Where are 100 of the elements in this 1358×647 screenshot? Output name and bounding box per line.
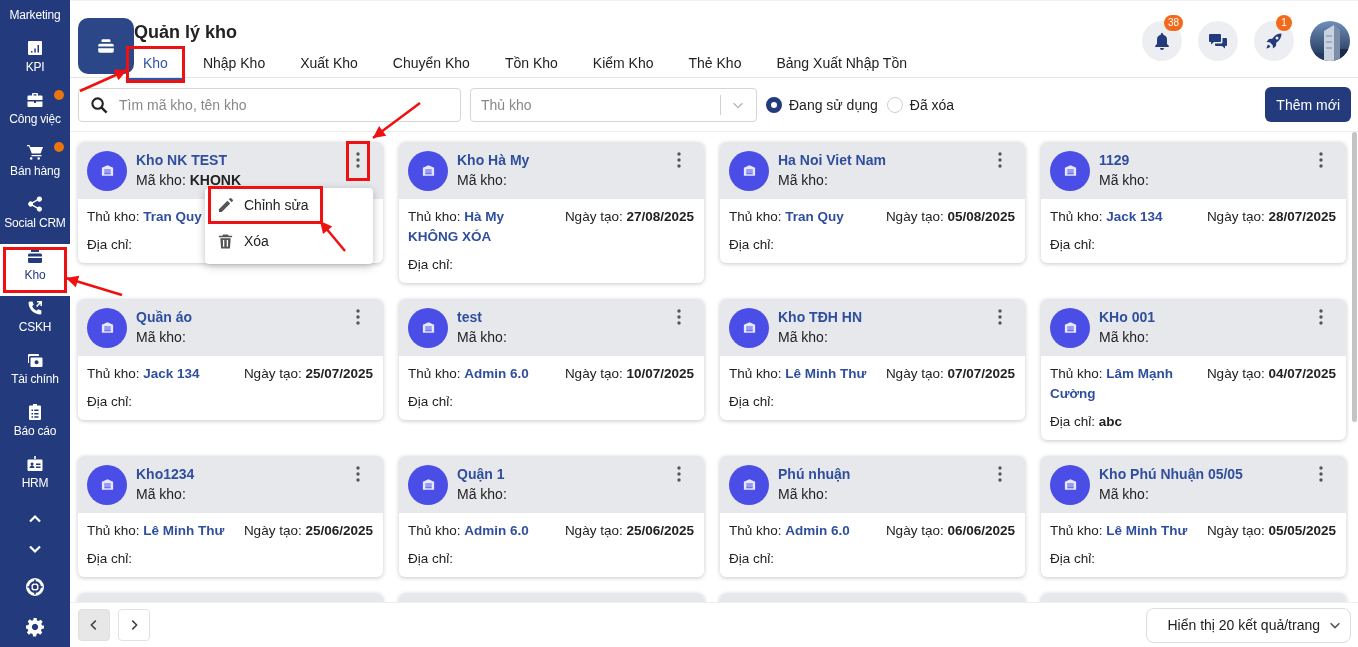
tab[interactable]: Kho	[128, 48, 183, 81]
keeper-text: Thủ kho: Admin 6.0	[729, 522, 850, 540]
address-text: Địa chỉ:	[729, 236, 774, 254]
keeper-text: Thủ kho: Tran Quy	[729, 208, 844, 226]
keeper-text: Thủ kho: Jack 134	[87, 365, 200, 383]
created-date: Ngày tạo: 05/08/2025	[885, 208, 1015, 226]
sidebar-item[interactable]: Báo cáo	[0, 400, 70, 452]
warehouse-name[interactable]: Kho NK TEST	[136, 150, 338, 170]
address-text: Địa chỉ:	[408, 256, 453, 274]
tab[interactable]: Chuyển Kho	[377, 48, 485, 81]
tab[interactable]: Xuất Kho	[285, 48, 373, 81]
notification-count: 1	[1276, 15, 1292, 31]
wallet-icon	[26, 351, 44, 369]
created-date: Ngày tạo: 06/06/2025	[885, 522, 1015, 540]
page-size-select[interactable]: Hiển thị 20 kết quả/trang	[1146, 607, 1351, 643]
address-text: Địa chỉ:	[87, 236, 132, 254]
warehouse-code: Mã kho:	[778, 485, 829, 504]
warehouse-name[interactable]: 1129	[1099, 150, 1301, 170]
created-date: Ngày tạo: 25/06/2025	[564, 522, 694, 540]
keeper-text: Thủ kho: Lê Minh Thư	[729, 365, 867, 383]
tab[interactable]: Tồn Kho	[489, 48, 573, 81]
previous-page-button[interactable]	[78, 609, 110, 641]
address-text: Địa chỉ:	[87, 550, 132, 568]
phone-icon	[26, 299, 44, 317]
warehouse-name[interactable]: KHo 001	[1099, 307, 1301, 327]
radio-button[interactable]	[766, 96, 782, 113]
sidebar-item[interactable]: Kho	[0, 244, 70, 296]
briefcase-icon	[26, 91, 44, 109]
sidebar-item[interactable]: Social CRM	[0, 192, 70, 244]
annotation-arrow	[79, 68, 128, 93]
radio-label: Đã xóa	[909, 96, 955, 113]
warehouse-code: Mã kho:	[457, 171, 508, 190]
warehouse-code: Mã kho:	[1099, 328, 1150, 347]
warehouse-name[interactable]: test	[457, 307, 659, 327]
keeper-text: Thủ kho: Lâm Mạnh Cường	[1050, 365, 1175, 403]
sidebar-item[interactable]: Tài chính	[0, 348, 70, 400]
warehouse-avatar-icon	[408, 464, 448, 505]
warehouse-icon	[26, 247, 44, 265]
sidebar-item[interactable]: CSKH	[0, 296, 70, 348]
share-icon	[26, 195, 44, 213]
warehouse-code: Mã kho:	[457, 485, 508, 504]
clipboard-icon	[26, 403, 44, 421]
menu-item[interactable]: Xóa	[210, 224, 281, 258]
tab[interactable]: Kiểm Kho	[577, 48, 669, 81]
warehouse-avatar-icon	[1050, 307, 1090, 348]
keeper-text: Thủ kho: Lê Minh Thư	[1050, 522, 1188, 540]
warehouse-name[interactable]: Ha Noi Viet Nam	[778, 150, 980, 170]
keeper-text: Thủ kho: Jack 134	[1050, 208, 1163, 226]
warehouse-code: Mã kho: KHONK	[136, 171, 243, 190]
created-date: Ngày tạo: 25/06/2025	[243, 522, 373, 540]
address-text: Địa chỉ:	[408, 550, 453, 568]
scrollbar[interactable]	[1352, 132, 1357, 422]
next-page-button[interactable]	[118, 609, 150, 641]
search-field[interactable]: Tìm mã kho, tên kho	[78, 87, 461, 122]
pencil-icon	[217, 196, 234, 214]
sidebar-item[interactable]: HRM	[0, 452, 70, 504]
annotation-arrow	[65, 275, 123, 297]
warehouse-avatar-icon	[87, 150, 127, 191]
address-text: Địa chỉ:	[1050, 550, 1095, 568]
tab[interactable]: Thẻ Kho	[673, 48, 757, 81]
warehouse-avatar-icon	[87, 464, 127, 505]
sidebar-item[interactable]: Công việc	[0, 88, 70, 140]
warehouse-avatar-icon	[729, 307, 769, 348]
page-title: Quản lý kho	[134, 21, 239, 43]
address-text: Địa chỉ:	[408, 393, 453, 411]
warehouse-code: Mã kho:	[778, 171, 829, 190]
trash-icon	[217, 232, 234, 250]
warehouse-name[interactable]: Kho1234	[136, 464, 338, 484]
annotation-arrow	[319, 220, 346, 252]
keeper-select[interactable]: Thủ kho	[470, 87, 757, 122]
address-text: Địa chỉ: abc	[1050, 413, 1123, 431]
radio-label: Đang sử dụng	[789, 96, 878, 113]
annotation-arrow	[372, 102, 421, 139]
tab[interactable]: Bảng Xuất Nhập Tồn	[761, 48, 922, 81]
warehouse-name[interactable]: Kho Phú Nhuận 05/05	[1099, 464, 1301, 484]
warehouse-name[interactable]: Quận 1	[457, 464, 659, 484]
warehouse-logo-icon	[78, 18, 134, 74]
address-text: Địa chỉ:	[87, 393, 132, 411]
sidebar-item[interactable]: Marketing	[0, 0, 70, 36]
warehouse-name[interactable]: Kho TĐH HN	[778, 307, 980, 327]
id-card-icon	[26, 455, 44, 473]
warehouse-avatar-icon	[729, 464, 769, 505]
warehouse-avatar-icon	[408, 150, 448, 191]
warehouse-code: Mã kho:	[1099, 485, 1150, 504]
sidebar-item[interactable]: Bán hàng	[0, 140, 70, 192]
search-icon	[90, 95, 109, 115]
created-date: Ngày tạo: 04/07/2025	[1206, 365, 1336, 383]
warehouse-name[interactable]: Quần áo	[136, 307, 338, 327]
warehouse-name[interactable]: Phú nhuận	[778, 464, 980, 484]
warehouse-name[interactable]: Kho Hà My	[457, 150, 659, 170]
chat-icon[interactable]	[1198, 21, 1238, 61]
address-text: Địa chỉ:	[1050, 236, 1095, 254]
sidebar-item[interactable]: KPI	[0, 36, 70, 88]
cart-icon	[26, 143, 44, 161]
created-date: Ngày tạo: 25/07/2025	[243, 365, 373, 383]
tab[interactable]: Nhập Kho	[187, 48, 281, 81]
add-button[interactable]: Thêm mới	[1265, 87, 1351, 122]
more-options-icon[interactable]	[347, 142, 369, 180]
keeper-text: Thủ kho: Admin 6.0	[408, 522, 529, 540]
menu-item[interactable]: Chỉnh sửa	[210, 188, 321, 222]
